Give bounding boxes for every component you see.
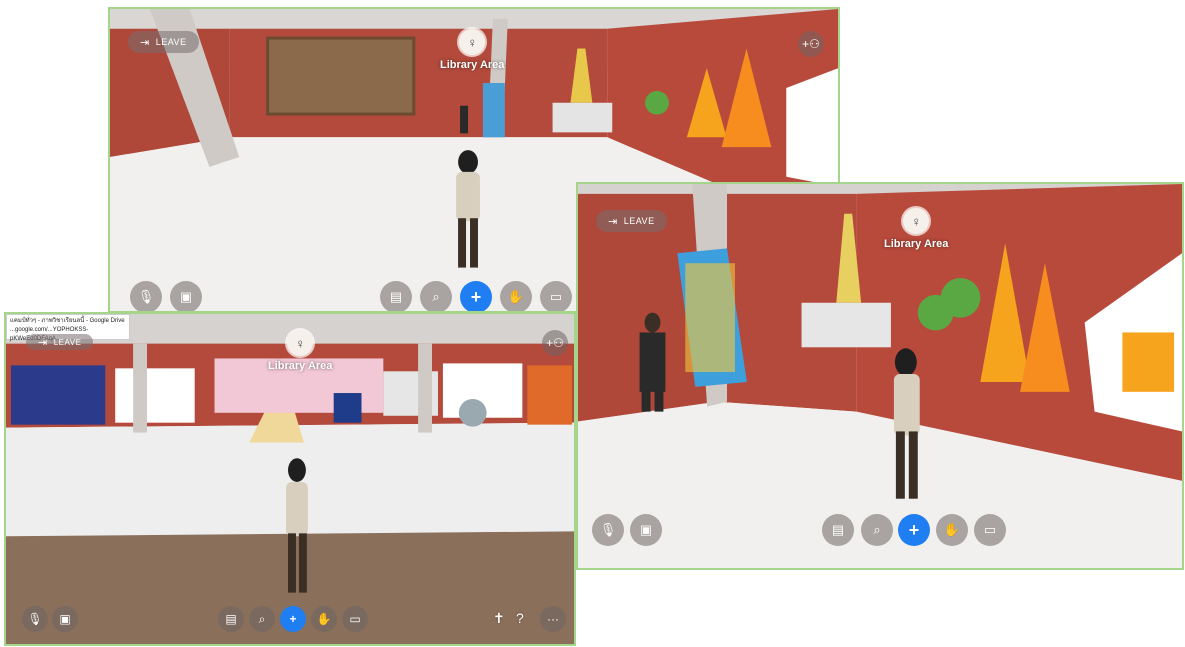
leave-label: LEAVE <box>53 337 82 347</box>
leave-label: LEAVE <box>155 37 187 47</box>
area-label: Library Area <box>884 238 949 250</box>
screen-share-icon: ▭ <box>549 289 563 304</box>
search-icon: ⌕ <box>432 289 440 304</box>
add-button[interactable]: + <box>280 606 306 632</box>
leave-label: LEAVE <box>623 216 655 226</box>
camera-toggle-button[interactable]: ▣ <box>630 514 662 546</box>
leave-button[interactable]: ⇥ LEAVE <box>26 334 94 350</box>
area-label: Library Area <box>268 360 333 372</box>
add-person-icon: +⚇ <box>546 336 564 350</box>
mic-toggle-button[interactable]: 🎙 <box>22 606 48 632</box>
accessibility-icon[interactable]: ✝ <box>493 610 505 627</box>
exit-icon: ⇥ <box>38 336 48 349</box>
microphone-off-icon: 🎙 <box>27 612 43 626</box>
plus-icon: + <box>470 286 482 307</box>
help-icon[interactable]: ? <box>516 610 524 626</box>
share-screen-button[interactable]: ▭ <box>974 514 1006 546</box>
hand-wave-icon: ✋ <box>507 289 525 304</box>
area-label: Library Area <box>440 59 505 71</box>
add-person-icon: +⚇ <box>802 37 820 51</box>
emoji-button[interactable]: ✋ <box>500 281 532 311</box>
share-screen-button[interactable]: ▭ <box>342 606 368 632</box>
plus-icon: + <box>289 612 297 626</box>
area-indicator: ♀ Library Area <box>884 208 948 250</box>
exit-icon: ⇥ <box>608 215 618 228</box>
camera-off-icon: ▣ <box>639 522 653 537</box>
search-button[interactable]: ⌕ <box>420 281 452 311</box>
screen-share-icon: ▭ <box>349 612 361 626</box>
hand-wave-icon: ✋ <box>316 612 332 626</box>
share-screen-button[interactable]: ▭ <box>540 281 572 311</box>
camera-toggle-button[interactable]: ▣ <box>52 606 78 632</box>
camera-toggle-button[interactable]: ▣ <box>170 281 202 311</box>
add-button[interactable]: + <box>460 281 492 311</box>
emoji-button[interactable]: ✋ <box>936 514 968 546</box>
camera-off-icon: ▣ <box>59 612 71 626</box>
microphone-off-icon: 🎙 <box>599 522 617 537</box>
exit-icon: ⇥ <box>140 36 150 49</box>
scene-panel-right: ⇥ LEAVE ♀ Library Area 🎙 ▣ ▤ ⌕ + ✋ ▭ <box>576 182 1184 570</box>
files-button[interactable]: ▤ <box>822 514 854 546</box>
search-button[interactable]: ⌕ <box>861 514 893 546</box>
search-icon: ⌕ <box>258 611 266 626</box>
invite-button[interactable]: +⚇ <box>542 330 568 356</box>
folder-icon: ▤ <box>389 289 403 304</box>
avatar-icon: ♀ <box>287 330 314 356</box>
avatar-icon: ♀ <box>903 208 930 234</box>
more-button[interactable]: ··· <box>540 606 566 632</box>
camera-off-icon: ▣ <box>179 289 193 304</box>
leave-button[interactable]: ⇥ LEAVE <box>128 31 199 53</box>
avatar-icon: ♀ <box>459 29 486 55</box>
files-button[interactable]: ▤ <box>380 281 412 311</box>
microphone-off-icon: 🎙 <box>137 289 155 304</box>
mic-toggle-button[interactable]: 🎙 <box>130 281 162 311</box>
add-button[interactable]: + <box>898 514 930 546</box>
invite-button[interactable]: +⚇ <box>798 31 824 57</box>
files-button[interactable]: ▤ <box>218 606 244 632</box>
mic-toggle-button[interactable]: 🎙 <box>592 514 624 546</box>
plus-icon: + <box>908 519 920 540</box>
scene-panel-bottom-left: แคมป์ทั่วๆ - ภาพวิชาเรียนลนี้ - Google D… <box>4 312 576 646</box>
folder-icon: ▤ <box>225 612 237 626</box>
folder-icon: ▤ <box>831 522 845 537</box>
search-icon: ⌕ <box>873 522 881 537</box>
more-icon: ··· <box>547 612 559 626</box>
tooltip-title: แคมป์ทั่วๆ - ภาพวิชาเรียนลนี้ - Google D… <box>10 318 125 324</box>
scene-view <box>578 184 1182 568</box>
hand-wave-icon: ✋ <box>943 522 961 537</box>
search-button[interactable]: ⌕ <box>249 606 275 632</box>
area-indicator: ♀ Library Area <box>440 29 504 71</box>
emoji-button[interactable]: ✋ <box>311 606 337 632</box>
area-indicator: ♀ Library Area <box>268 330 332 372</box>
screen-share-icon: ▭ <box>983 522 997 537</box>
leave-button[interactable]: ⇥ LEAVE <box>596 210 667 232</box>
